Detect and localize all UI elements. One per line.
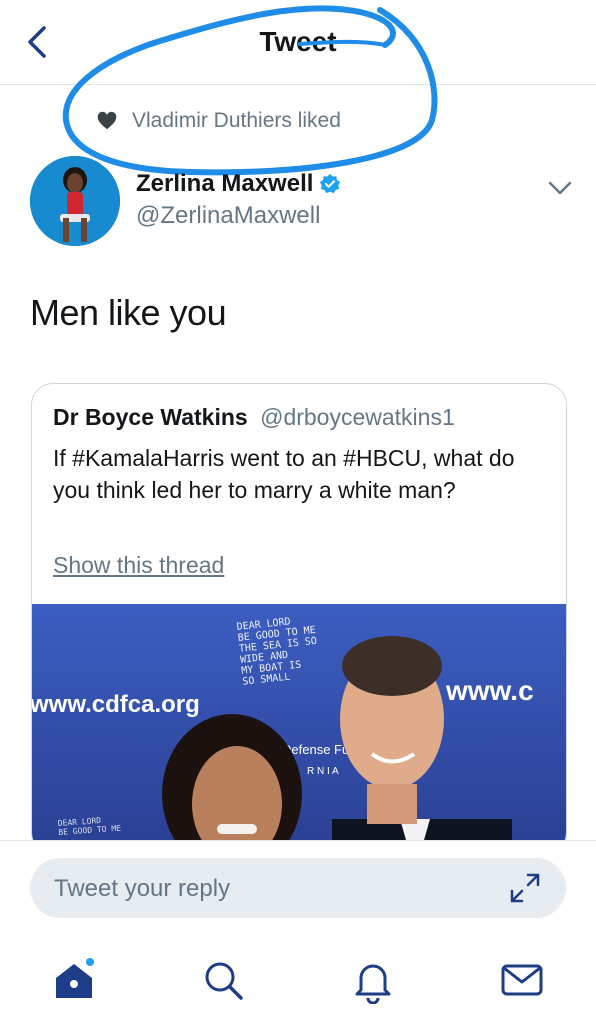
search-icon: [205, 962, 243, 1000]
tab-messages[interactable]: [498, 956, 546, 1004]
more-options-button[interactable]: [544, 174, 576, 202]
social-context-text: Vladimir Duthiers liked: [132, 109, 341, 132]
quoted-tweet[interactable]: Dr Boyce Watkins @drboycewatkins1 If #Ka…: [31, 383, 567, 855]
author-handle[interactable]: @ZerlinaMaxwell: [136, 202, 320, 230]
social-context[interactable]: Vladimir Duthiers liked: [96, 108, 341, 134]
notifications-icon: [355, 964, 391, 1005]
header: Tweet: [0, 0, 596, 85]
tab-notifications[interactable]: [349, 956, 397, 1005]
author-name-text: Zerlina Maxwell: [136, 170, 314, 197]
quoted-tweet-text: If #KamalaHarris went to an #HBCU, what …: [53, 445, 515, 503]
backdrop-rnia-text: R N I A: [307, 766, 339, 777]
backdrop-url-left: www.cdfca.org: [32, 691, 200, 718]
author-name[interactable]: Zerlina Maxwell: [136, 170, 341, 198]
tweet-text: Men like you: [30, 292, 227, 333]
quoted-tweet-header: Dr Boyce Watkins @drboycewatkins1: [53, 404, 455, 431]
quoted-tweet-photo[interactable]: www.cdfca.org www.c DEAR LORD BE GOOD TO…: [32, 604, 566, 854]
reply-placeholder: Tweet your reply: [54, 875, 231, 902]
avatar[interactable]: [30, 156, 120, 246]
show-thread-link[interactable]: Show this thread: [53, 552, 224, 579]
heart-icon: [97, 111, 117, 130]
quoted-author-name: Dr Boyce Watkins: [53, 404, 248, 430]
avatar-image: [30, 156, 120, 246]
verified-badge-icon: [320, 173, 341, 194]
tab-search[interactable]: [199, 956, 247, 1004]
tab-bar: [0, 952, 596, 1012]
reply-input[interactable]: Tweet your reply: [30, 858, 566, 918]
chevron-down-icon: [548, 181, 572, 195]
tab-home[interactable]: [50, 956, 98, 1004]
home-icon: [56, 958, 94, 998]
page-title: Tweet: [259, 26, 337, 57]
quoted-author-handle: @drboycewatkins1: [260, 404, 455, 430]
expand-icon[interactable]: [508, 871, 542, 905]
backdrop-url-right: www.c: [445, 675, 534, 706]
messages-icon: [501, 964, 543, 996]
